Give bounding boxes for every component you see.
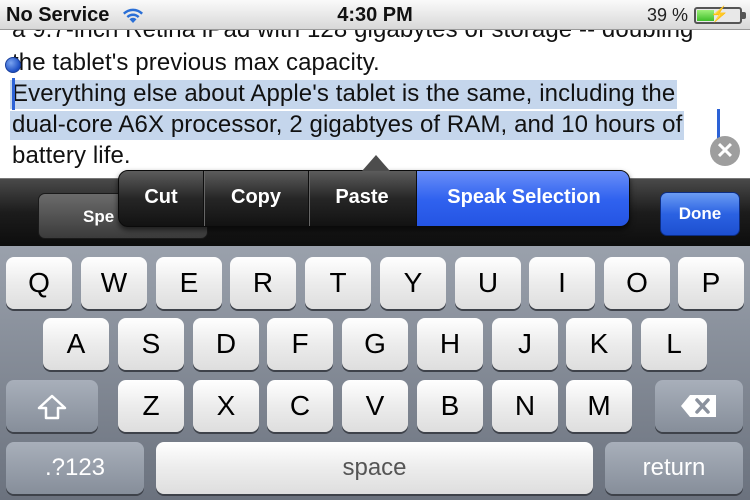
shift-key[interactable]: [6, 380, 98, 432]
done-button[interactable]: Done: [660, 192, 740, 236]
key-y[interactable]: Y: [380, 257, 446, 309]
key-i[interactable]: I: [529, 257, 595, 309]
key-o[interactable]: O: [604, 257, 670, 309]
key-z[interactable]: Z: [118, 380, 184, 432]
key-m[interactable]: M: [566, 380, 632, 432]
battery-nub: [742, 12, 746, 19]
paste-menu-item[interactable]: Paste: [309, 171, 415, 226]
key-u[interactable]: U: [455, 257, 521, 309]
cut-menu-item[interactable]: Cut: [119, 171, 203, 226]
key-h[interactable]: H: [417, 318, 483, 370]
battery-percent: 39 %: [646, 5, 688, 25]
selection-start-handle[interactable]: [5, 57, 21, 73]
edit-menu: Cut Copy Paste Speak Selection: [118, 170, 630, 227]
bolt-icon: ⚡: [710, 6, 729, 23]
backspace-icon: [681, 395, 716, 417]
key-t[interactable]: T: [305, 257, 371, 309]
key-x[interactable]: X: [193, 380, 259, 432]
document-line: the tablet's previous max capacity.: [12, 49, 380, 76]
selected-text-line[interactable]: dual-core A6X processor, 2 gigabtyes of …: [10, 111, 685, 140]
selection-highlight: Everything else about Apple's tablet is …: [10, 80, 678, 109]
key-c[interactable]: C: [267, 380, 333, 432]
space-key[interactable]: space: [156, 442, 593, 494]
key-a[interactable]: A: [43, 318, 109, 370]
shift-icon: [37, 394, 67, 420]
selection-highlight: dual-core A6X processor, 2 gigabtyes of …: [10, 111, 685, 140]
key-f[interactable]: F: [267, 318, 333, 370]
key-s[interactable]: S: [118, 318, 184, 370]
document-line: a 9.7-inch Retina iPad with 128 gigabyte…: [12, 30, 693, 44]
key-j[interactable]: J: [492, 318, 558, 370]
document-line: battery life.: [12, 142, 131, 169]
delete-key[interactable]: [655, 380, 743, 432]
key-q[interactable]: Q: [6, 257, 72, 309]
key-e[interactable]: E: [156, 257, 222, 309]
edit-menu-arrow: [362, 155, 390, 171]
key-v[interactable]: V: [342, 380, 408, 432]
key-b[interactable]: B: [417, 380, 483, 432]
numbers-key[interactable]: .?123: [6, 442, 144, 494]
close-circle-icon[interactable]: ✕: [710, 136, 740, 166]
status-bar: No Service 4:30 PM 39 % ⚡: [0, 0, 750, 30]
key-d[interactable]: D: [193, 318, 259, 370]
keyboard: Q W E R T Y U I O P A S D F G H J K L Z …: [0, 246, 750, 500]
key-p[interactable]: P: [678, 257, 744, 309]
key-r[interactable]: R: [230, 257, 296, 309]
key-l[interactable]: L: [641, 318, 707, 370]
battery-icon: ⚡: [694, 6, 746, 24]
speak-selection-menu-item[interactable]: Speak Selection: [417, 171, 629, 226]
key-g[interactable]: G: [342, 318, 408, 370]
key-w[interactable]: W: [81, 257, 147, 309]
key-n[interactable]: N: [492, 380, 558, 432]
key-k[interactable]: K: [566, 318, 632, 370]
copy-menu-item[interactable]: Copy: [204, 171, 308, 226]
selected-text-line[interactable]: Everything else about Apple's tablet is …: [10, 80, 678, 109]
return-key[interactable]: return: [605, 442, 743, 494]
selection-start-caret[interactable]: [12, 78, 15, 110]
clock: 4:30 PM: [337, 4, 413, 26]
